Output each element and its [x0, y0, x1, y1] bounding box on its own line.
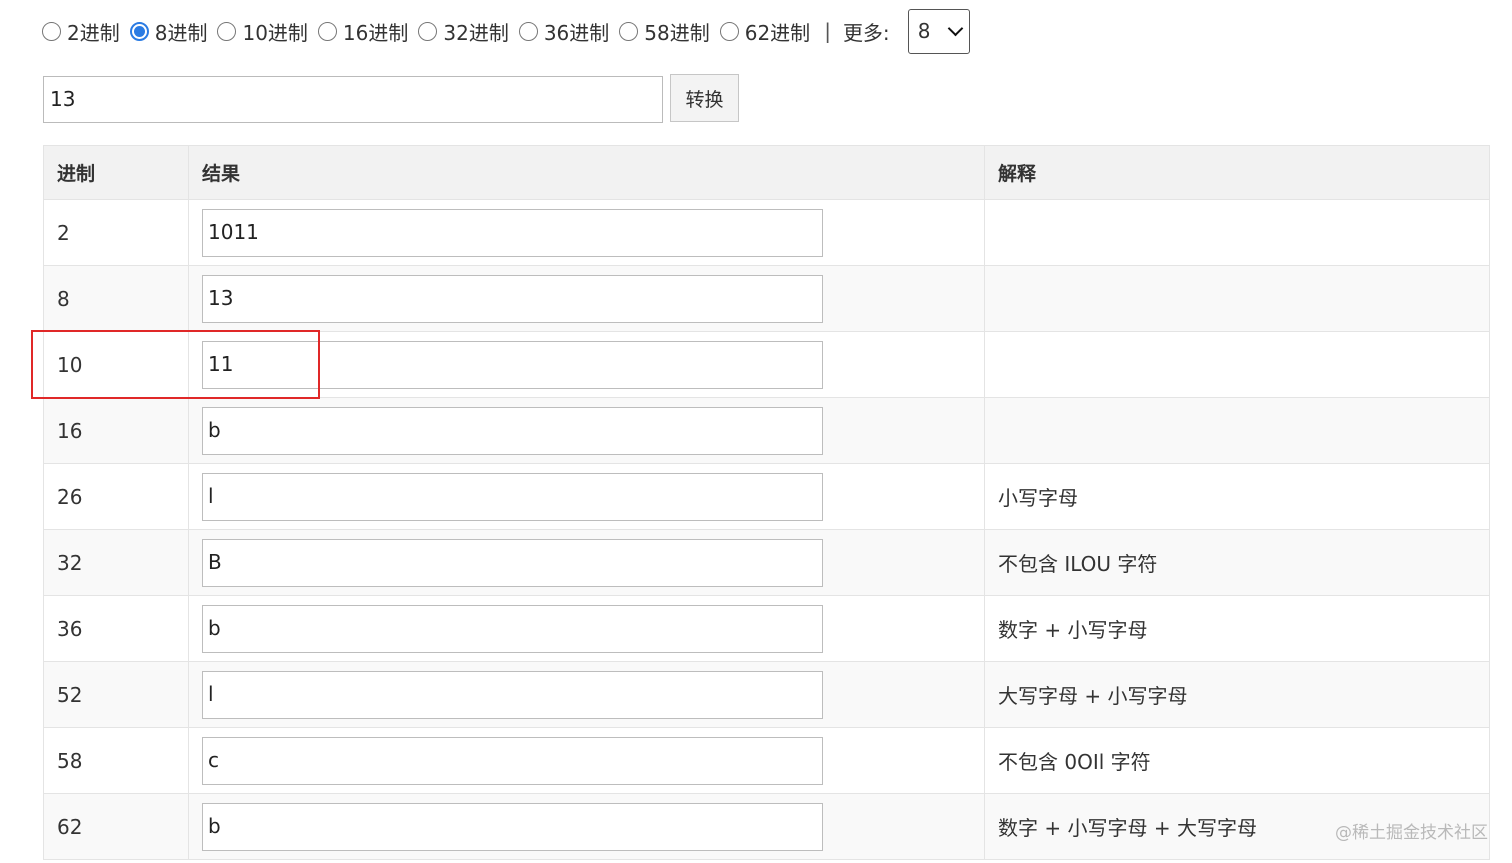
- result-field[interactable]: 13: [202, 274, 823, 323]
- row-base: 62: [44, 794, 189, 859]
- row-note: 数字 + 小写字母: [998, 618, 1148, 642]
- result-field[interactable]: 1011: [202, 208, 823, 257]
- radio-label: 58进制: [644, 20, 710, 45]
- more-label: 更多:: [842, 20, 890, 45]
- convert-button[interactable]: 转换: [670, 74, 739, 122]
- result-field[interactable]: b: [202, 802, 823, 851]
- row-base: 32: [44, 530, 189, 595]
- radio-label: 10进制: [242, 20, 308, 45]
- row-result-cell: B: [189, 530, 985, 595]
- separator: |: [824, 19, 831, 43]
- row-base: 2: [44, 200, 189, 265]
- radio-base-32[interactable]: 32进制: [418, 17, 509, 46]
- result-field[interactable]: c: [202, 736, 823, 785]
- row-result-cell: l: [189, 662, 985, 727]
- row-note: [985, 332, 1489, 397]
- radio-base-10[interactable]: 10进制: [217, 17, 308, 46]
- radio-circle-icon[interactable]: [42, 21, 61, 41]
- radio-base-8[interactable]: 8进制: [129, 17, 208, 46]
- result-field[interactable]: 11: [202, 340, 823, 389]
- radio-label: 62进制: [744, 20, 811, 45]
- table-row: 58 c 不包含 0OIl 字符: [44, 727, 1489, 793]
- row-result-cell: b: [189, 596, 985, 661]
- row-result-cell: 1011: [189, 200, 985, 265]
- radio-checked-icon[interactable]: [129, 21, 149, 41]
- select-value: 8: [917, 19, 931, 43]
- table-row: 8 13: [44, 265, 1489, 331]
- row-note: [985, 200, 1489, 265]
- table-header-row: 进制 结果 解释: [44, 146, 1489, 199]
- base-radio-group: 2进制 8进制 10进制 16进制 32进制 36进制 58进制 62进制 | …: [42, 8, 970, 54]
- table-row: 10 11: [44, 331, 1489, 397]
- radio-circle-icon[interactable]: [619, 21, 639, 41]
- radio-base-36[interactable]: 36进制: [518, 17, 610, 46]
- radio-circle-icon[interactable]: [217, 21, 237, 41]
- radio-label: 16进制: [342, 20, 409, 45]
- table-row: 62 b 数字 + 小写字母 + 大写字母: [44, 793, 1489, 859]
- row-note: 不包含 0OIl 字符: [998, 750, 1151, 774]
- radio-circle-icon[interactable]: [317, 21, 337, 41]
- row-note: 大写字母 + 小写字母: [998, 684, 1188, 708]
- row-result-cell: 11: [189, 332, 985, 397]
- radio-circle-icon[interactable]: [518, 21, 538, 41]
- row-result-cell: c: [189, 728, 985, 793]
- table-row: 32 B 不包含 ILOU 字符: [44, 529, 1489, 595]
- chevron-down-icon: [947, 20, 963, 37]
- table-row: 16 b: [44, 397, 1489, 463]
- row-note: 小写字母: [998, 486, 1078, 510]
- radio-circle-icon[interactable]: [719, 21, 739, 41]
- row-note: [985, 266, 1489, 331]
- radio-base-2[interactable]: 2进制: [42, 17, 120, 46]
- radio-label: 8进制: [154, 20, 208, 45]
- row-note: 不包含 ILOU 字符: [998, 552, 1158, 576]
- result-field[interactable]: l: [202, 670, 823, 719]
- row-result-cell: l: [189, 464, 985, 529]
- row-base: 16: [44, 398, 189, 463]
- radio-label: 36进制: [543, 20, 610, 45]
- row-result-cell: b: [189, 794, 985, 859]
- row-base: 52: [44, 662, 189, 727]
- row-note: [985, 398, 1489, 463]
- row-result-cell: 13: [189, 266, 985, 331]
- row-base: 36: [44, 596, 189, 661]
- row-base: 10: [44, 332, 189, 397]
- table-row: 26 l 小写字母: [44, 463, 1489, 529]
- watermark: @稀土掘金技术社区: [1335, 823, 1488, 843]
- result-field[interactable]: b: [202, 406, 823, 455]
- row-base: 26: [44, 464, 189, 529]
- row-base: 8: [44, 266, 189, 331]
- radio-base-16[interactable]: 16进制: [317, 17, 409, 46]
- radio-base-58[interactable]: 58进制: [619, 17, 710, 46]
- header-base: 进制: [44, 146, 189, 199]
- radio-label: 2进制: [67, 20, 120, 45]
- row-result-cell: b: [189, 398, 985, 463]
- table-row: 2 1011: [44, 199, 1489, 265]
- result-table: 进制 结果 解释 2 1011 8 13 10 11 16 b 26 l 小写字…: [43, 145, 1490, 860]
- row-base: 58: [44, 728, 189, 793]
- table-row: 52 l 大写字母 + 小写字母: [44, 661, 1489, 727]
- result-field[interactable]: b: [202, 604, 823, 653]
- radio-circle-icon[interactable]: [418, 21, 438, 41]
- radio-label: 32进制: [443, 20, 509, 45]
- header-note: 解释: [998, 163, 1037, 185]
- number-input[interactable]: 13: [43, 76, 663, 123]
- result-field[interactable]: l: [202, 472, 823, 521]
- result-field[interactable]: B: [202, 538, 823, 587]
- table-row: 36 b 数字 + 小写字母: [44, 595, 1489, 661]
- radio-base-62[interactable]: 62进制: [719, 17, 811, 46]
- more-base-select[interactable]: 8: [907, 8, 970, 54]
- header-result: 结果: [189, 146, 985, 199]
